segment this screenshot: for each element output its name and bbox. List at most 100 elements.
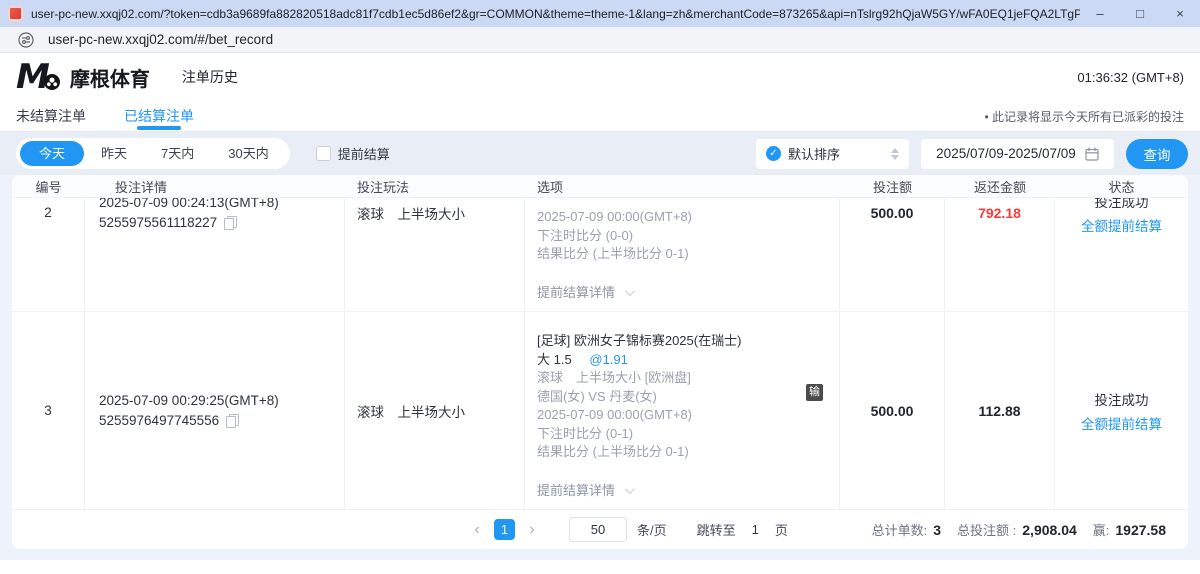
- play-type: 滚球 上半场大小: [345, 198, 525, 311]
- payout-notice: • 此记录将显示今天所有已派彩的投注: [984, 108, 1184, 125]
- bet-amount: 500.00: [840, 312, 945, 509]
- match-time: 2025-07-09 00:00(GMT+8): [537, 406, 827, 425]
- page-size-input[interactable]: [569, 517, 627, 542]
- payout-amount: 792.18: [945, 198, 1055, 311]
- full-early-settle-link[interactable]: 全额提前结算: [1081, 413, 1162, 433]
- current-page-button[interactable]: 1: [494, 519, 515, 540]
- col-header-amount: 投注额: [840, 177, 945, 196]
- status-cell: 投注成功 全额提前结算: [1055, 198, 1188, 311]
- total-stake-value: 2,908.04: [1022, 522, 1077, 538]
- total-stake-label: 总投注额 :: [957, 520, 1016, 539]
- market-type: 滚球 上半场大小 [欧洲盘]: [537, 369, 827, 388]
- browser-address-bar: user-pc-new.xxqj02.com/#/bet_record: [0, 27, 1200, 53]
- page-background-strip: [0, 549, 1200, 560]
- jump-page-value[interactable]: 1: [752, 522, 759, 537]
- bet-odds: @1.91: [589, 352, 628, 367]
- chevron-down-icon: [625, 286, 635, 296]
- lose-badge: 输: [806, 384, 823, 401]
- app-icon: [8, 6, 23, 21]
- range-yesterday-button[interactable]: 昨天: [84, 141, 144, 166]
- soccer-ball-icon: [44, 74, 60, 90]
- summary-totals: 总计单数: 3 总投注额 : 2,908.04 赢: 1927.58: [872, 520, 1166, 539]
- table-footer: ‹ 1 › 条/页 跳转至 1 页 总计单数: 3 总投注额 : 2,908.0…: [12, 510, 1188, 549]
- table-body-viewport[interactable]: 2 2025-07-09 00:24:13(GMT+8) 52559755611…: [12, 198, 1188, 510]
- win-value: 1927.58: [1115, 522, 1166, 538]
- logo-m-glyph: M: [16, 62, 48, 92]
- address-url[interactable]: user-pc-new.xxqj02.com/#/bet_record: [48, 32, 273, 47]
- page-unit-label: 页: [775, 520, 788, 539]
- bet-detail-cell: 2025-07-09 00:24:13(GMT+8) 5255975561118…: [85, 198, 345, 311]
- site-settings-icon[interactable]: [18, 32, 34, 48]
- total-count-value: 3: [933, 522, 941, 538]
- maximize-button[interactable]: □: [1120, 0, 1160, 27]
- match-time: 2025-07-09 00:00(GMT+8): [537, 208, 827, 227]
- win-label: 赢:: [1093, 520, 1110, 539]
- app-header: M 摩根体育 注单历史 01:36:32 (GMT+8): [0, 53, 1200, 101]
- copy-icon[interactable]: [224, 216, 237, 230]
- score-at-bet: 下注时比分 (0-0): [537, 227, 827, 246]
- copy-icon[interactable]: [226, 414, 239, 428]
- minimize-button[interactable]: –: [1080, 0, 1120, 27]
- brand-logo[interactable]: M: [16, 62, 60, 92]
- page-title: 注单历史: [182, 67, 238, 87]
- query-button[interactable]: 查询: [1126, 139, 1188, 169]
- early-settle-detail-link[interactable]: 提前结算详情: [537, 284, 827, 303]
- col-header-payout: 返还金额: [945, 177, 1055, 196]
- date-range-segmented-control: 今天 昨天 7天内 30天内: [16, 138, 290, 169]
- col-header-play: 投注玩法: [345, 177, 525, 196]
- jump-to-label: 跳转至: [697, 520, 736, 539]
- total-count-label: 总计单数:: [872, 520, 928, 539]
- status-text: 投注成功: [1095, 389, 1149, 409]
- table-row: 2 2025-07-09 00:24:13(GMT+8) 52559755611…: [12, 198, 1188, 312]
- calendar-icon: [1085, 147, 1099, 161]
- col-header-no: 编号: [12, 177, 85, 196]
- table-header-row: 编号 投注详情 投注玩法 选项 投注额 返还金额 状态: [12, 175, 1188, 198]
- bet-amount: 500.00: [840, 198, 945, 311]
- bet-detail-cell: 2025-07-09 00:29:25(GMT+8) 5255976497745…: [85, 312, 345, 509]
- early-settle-filter[interactable]: 提前结算: [316, 144, 390, 163]
- result-score: 结果比分 (上半场比分 0-1): [537, 245, 827, 264]
- row-number: 3: [12, 312, 85, 509]
- bet-time: 2025-07-09 00:29:25(GMT+8): [99, 391, 344, 411]
- prev-page-button[interactable]: ‹: [464, 521, 490, 539]
- per-page-label: 条/页: [637, 520, 667, 539]
- status-cell: 投注成功 全额提前结算: [1055, 312, 1188, 509]
- col-header-detail: 投注详情: [85, 177, 345, 196]
- scrolled-out-content: [537, 198, 827, 208]
- sort-selected-value: 默认排序: [788, 144, 884, 163]
- next-page-button[interactable]: ›: [519, 521, 545, 539]
- server-clock: 01:36:32 (GMT+8): [1077, 70, 1184, 85]
- early-settle-label: 提前结算: [338, 144, 390, 163]
- bet-id: 5255975561118227: [99, 213, 217, 233]
- check-circle-icon: ✓: [766, 146, 781, 161]
- pagination: ‹ 1 › 条/页 跳转至 1 页: [464, 517, 788, 542]
- range-today-button[interactable]: 今天: [20, 141, 84, 166]
- col-header-options: 选项: [525, 177, 840, 196]
- payout-amount: 112.88: [945, 312, 1055, 509]
- result-score: 结果比分 (上半场比分 0-1): [537, 443, 827, 462]
- options-cell: 2025-07-09 00:00(GMT+8) 下注时比分 (0-0) 结果比分…: [525, 198, 840, 311]
- date-range-value: 2025/07/09-2025/07/09: [936, 146, 1076, 161]
- date-range-picker[interactable]: 2025/07/09-2025/07/09: [921, 139, 1114, 169]
- chevron-down-icon: [625, 484, 635, 494]
- early-settle-checkbox[interactable]: [316, 146, 331, 161]
- bet-time: 2025-07-09 00:24:13(GMT+8): [99, 198, 344, 213]
- col-header-status: 状态: [1055, 177, 1188, 196]
- tab-unsettled[interactable]: 未结算注单: [16, 101, 86, 131]
- window-title-url: user-pc-new.xxqj02.com/?token=cdb3a9689f…: [31, 7, 1080, 21]
- range-7days-button[interactable]: 7天内: [144, 141, 211, 166]
- play-type: 滚球 上半场大小: [345, 312, 525, 509]
- sort-dropdown[interactable]: ✓ 默认排序: [756, 139, 909, 169]
- page-bottom-area: [0, 560, 1200, 574]
- range-30days-button[interactable]: 30天内: [211, 141, 285, 166]
- tab-settled[interactable]: 已结算注单: [124, 101, 194, 131]
- status-text: 投注成功: [1095, 198, 1149, 211]
- full-early-settle-link[interactable]: 全额提前结算: [1081, 215, 1162, 235]
- bet-id: 5255976497745556: [99, 411, 219, 431]
- table-row: 3 2025-07-09 00:29:25(GMT+8) 52559764977…: [12, 312, 1188, 510]
- row-number: 2: [12, 198, 85, 311]
- close-button[interactable]: ×: [1160, 0, 1200, 27]
- early-settle-detail-link[interactable]: 提前结算详情: [537, 482, 827, 501]
- filter-bar: 今天 昨天 7天内 30天内 提前结算 ✓ 默认排序 2025/07/09-20…: [0, 132, 1200, 175]
- browser-title-bar: user-pc-new.xxqj02.com/?token=cdb3a9689f…: [0, 0, 1200, 27]
